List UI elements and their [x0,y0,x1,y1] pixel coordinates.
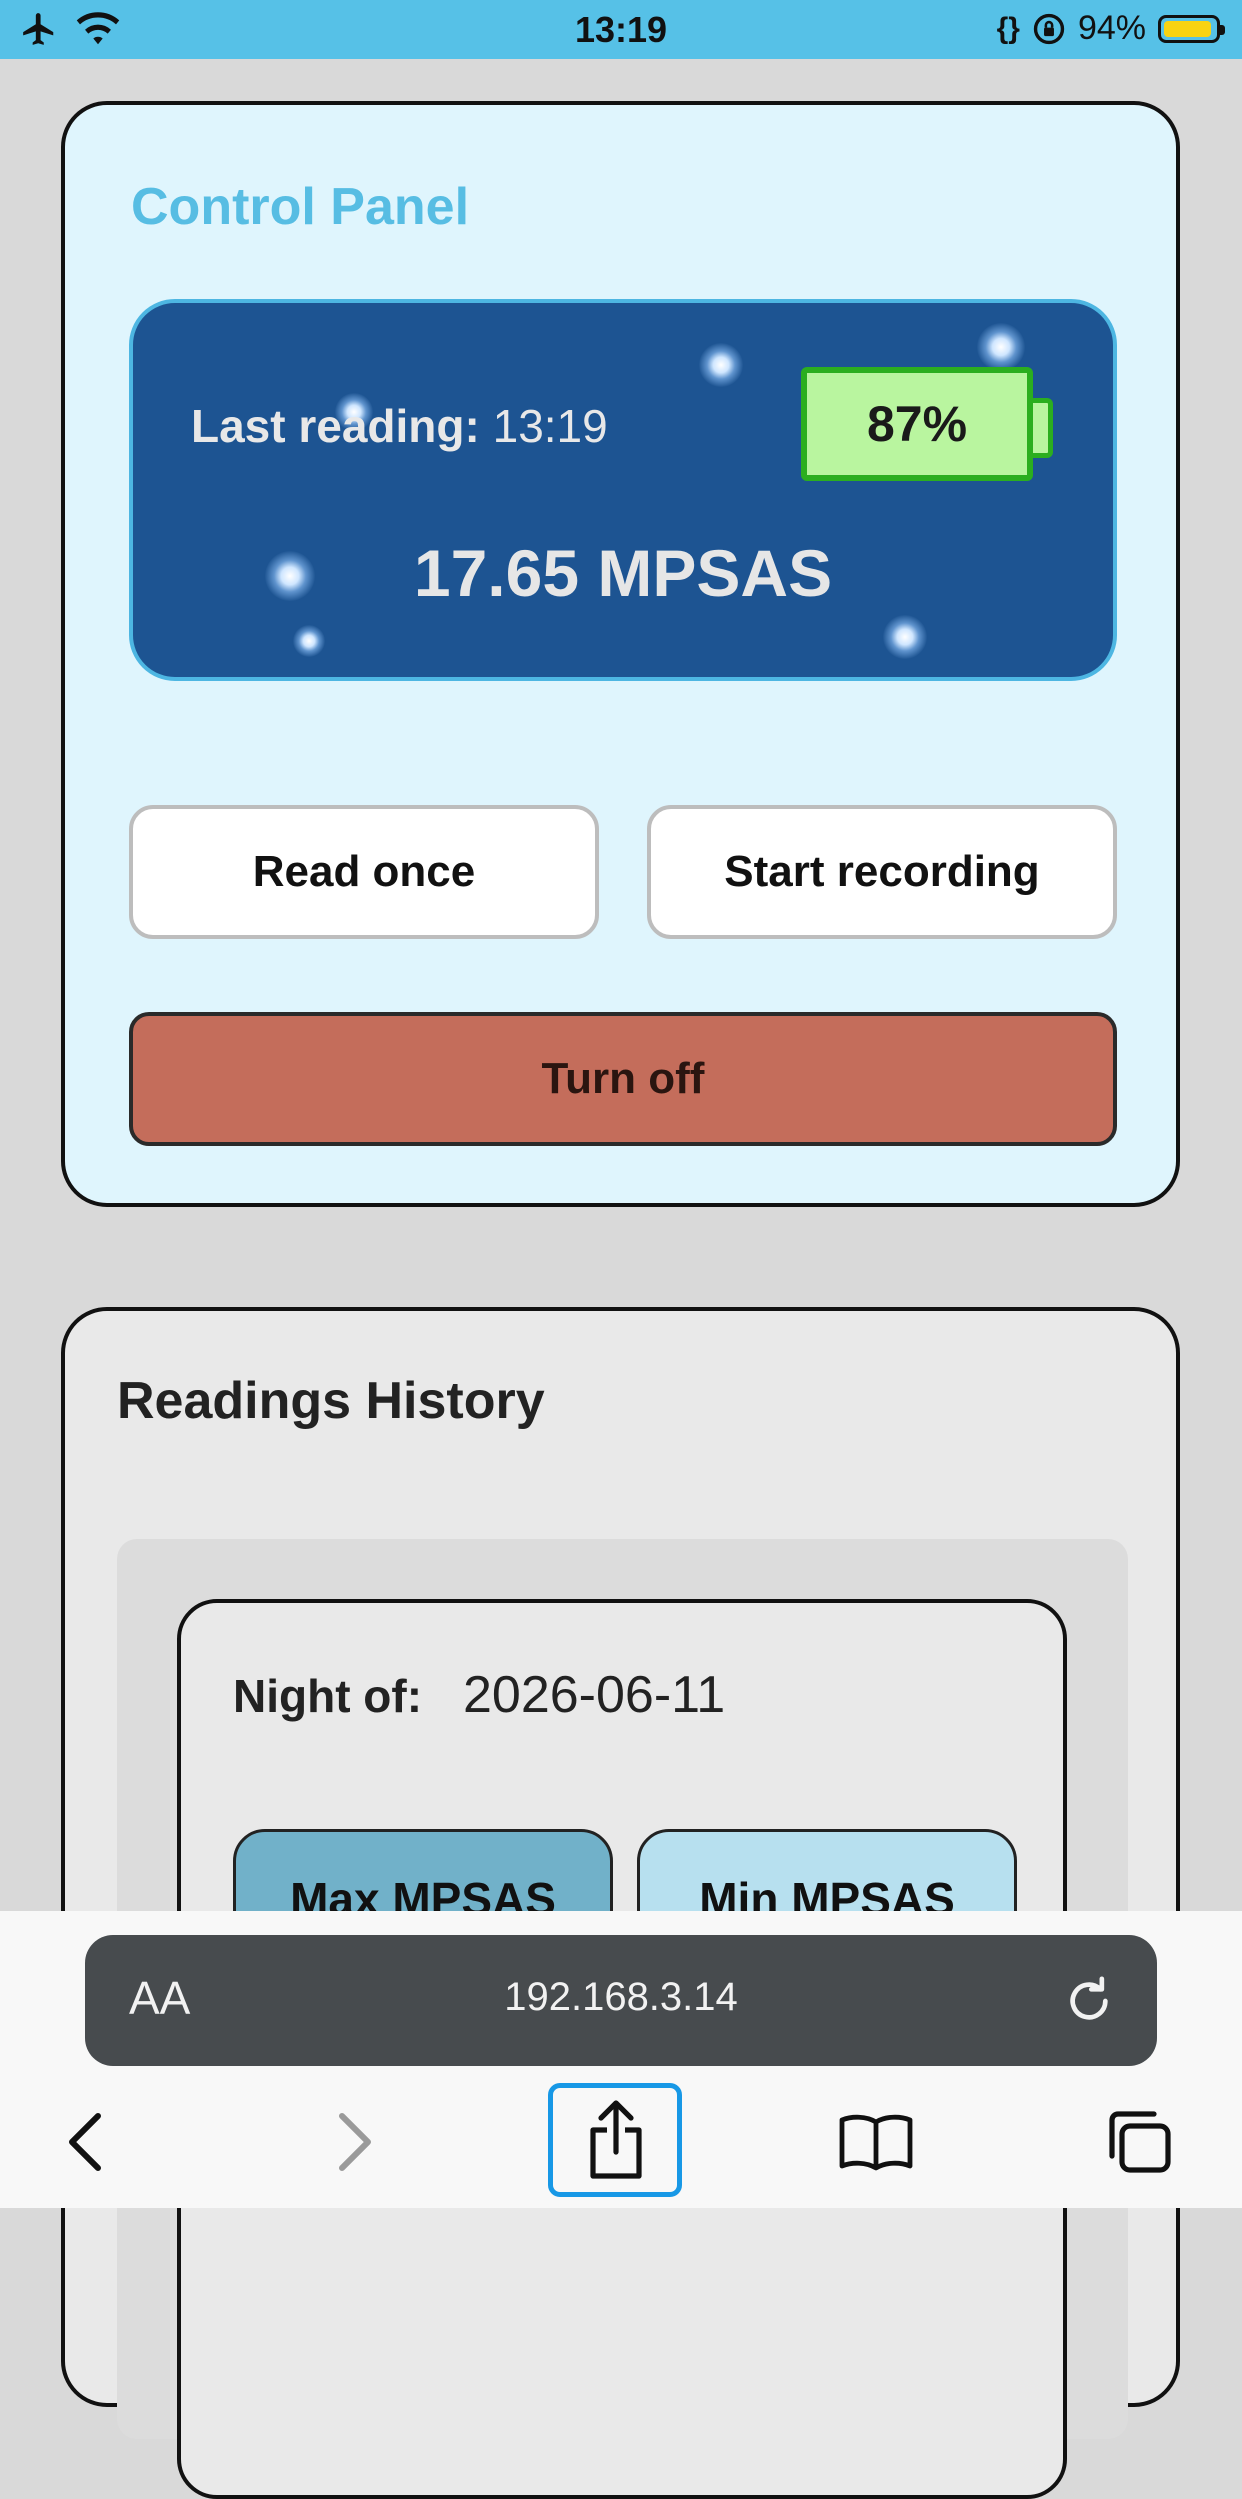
share-icon[interactable] [587,2100,645,2180]
rotation-lock-icon [1033,13,1065,44]
share-button-focus[interactable] [548,2083,682,2197]
status-bar: 13:19 {} 94% [0,0,1242,59]
tabs-icon[interactable] [1104,2108,1174,2174]
device-battery-tip [1033,398,1053,458]
readings-history-title: Readings History [117,1372,545,1430]
star-decoration [883,615,927,659]
night-of-label: Night of: [233,1670,423,1722]
control-panel-title: Control Panel [131,178,470,236]
code-braces-icon: {} [996,11,1020,45]
night-date: 2026-06-11 [463,1666,726,1724]
star-decoration [977,323,1025,371]
status-right: {} 94% [996,9,1225,48]
readings-history-card: Readings History Night of: 2026-06-11 Ma… [61,1307,1180,2499]
battery-percent: 94% [1077,9,1146,47]
star-decoration [293,625,325,657]
battery-fill [1164,20,1211,37]
battery-icon [1158,14,1225,43]
device-battery-percent: 87% [866,396,968,452]
mpsas-reading-value: 17.65 MPSAS [413,536,833,610]
bookmarks-icon[interactable] [838,2112,914,2172]
last-reading-time: 13:19 [492,400,608,452]
back-icon[interactable] [62,2110,106,2174]
reading-display: Last reading: 13:19 87% 17.65 MPSAS [129,299,1117,681]
read-once-button[interactable]: Read once [129,805,599,939]
last-reading-label: Last reading: [191,400,480,452]
last-reading: Last reading: 13:19 [191,399,608,453]
address-bar[interactable]: AA 192.168.3.14 [85,1935,1157,2066]
control-panel-card: Control Panel Last reading: 13:19 87% 17… [61,101,1180,1207]
forward-icon[interactable] [334,2110,378,2174]
star-decoration [699,343,743,387]
url-text[interactable]: 192.168.3.14 [85,1975,1157,2020]
turn-off-button[interactable]: Turn off [129,1012,1117,1146]
reload-icon[interactable] [1061,1973,1117,2029]
start-recording-button[interactable]: Start recording [647,805,1117,939]
device-battery-indicator: 87% [801,367,1033,481]
